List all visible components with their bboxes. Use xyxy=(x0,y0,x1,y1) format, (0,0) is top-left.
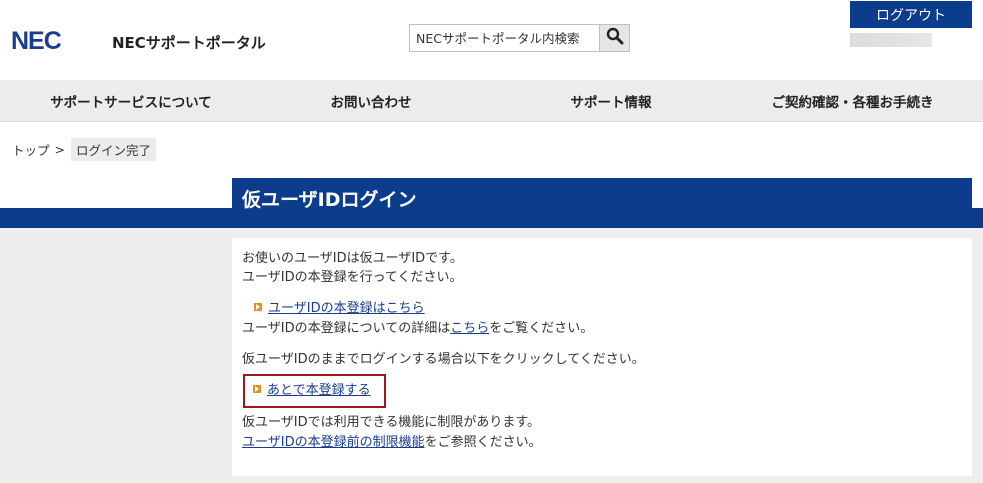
portal-title[interactable]: NECサポートポータル xyxy=(112,32,266,53)
limited-features-link[interactable]: ユーザIDの本登録前の制限機能 xyxy=(242,435,425,450)
nav-item-support-services[interactable]: サポートサービスについて xyxy=(0,80,262,121)
nav-item-contract-procedures[interactable]: ご契約確認・各種お手続き xyxy=(722,80,983,121)
search-button[interactable] xyxy=(599,25,629,51)
search-box xyxy=(409,24,630,52)
arrow-right-icon xyxy=(253,385,261,393)
detail-line: ユーザIDの本登録についての詳細はこちらをご覧ください。 xyxy=(242,320,593,338)
user-name-redacted xyxy=(850,33,932,47)
register-later-link[interactable]: あとで本登録する xyxy=(267,383,371,398)
limit-line: 仮ユーザIDでは利用できる機能に制限があります。 xyxy=(242,415,541,430)
breadcrumb-current: ログイン完了 xyxy=(71,138,157,161)
nav-item-support-info[interactable]: サポート情報 xyxy=(500,80,722,121)
register-link-row: ユーザIDの本登録はこちら xyxy=(254,300,425,318)
detail-prefix: ユーザIDの本登録についての詳細は xyxy=(242,321,451,336)
later-link-row: あとで本登録する xyxy=(253,382,371,400)
search-icon xyxy=(606,27,624,49)
breadcrumb: トップ > ログイン完了 xyxy=(12,138,157,161)
arrow-right-icon xyxy=(254,303,262,311)
breadcrumb-separator: > xyxy=(54,142,65,157)
search-input[interactable] xyxy=(410,25,598,51)
register-now-link[interactable]: ユーザIDの本登録はこちら xyxy=(268,301,425,316)
content-panel: お使いのユーザIDは仮ユーザIDです。 ユーザIDの本登録を行ってください。 ユ… xyxy=(232,238,972,476)
intro-line-2: ユーザIDの本登録を行ってください。 xyxy=(242,270,463,285)
logout-button[interactable]: ログアウト xyxy=(850,1,972,28)
limit-suffix: をご参照ください。 xyxy=(424,435,542,450)
page-title-text: 仮ユーザIDログイン xyxy=(242,188,417,211)
detail-link[interactable]: こちら xyxy=(450,321,489,336)
nav-item-contact[interactable]: お問い合わせ xyxy=(262,80,480,121)
later-instruction: 仮ユーザIDのままでログインする場合以下をクリックしてください。 xyxy=(242,352,645,367)
intro-line-1: お使いのユーザIDは仮ユーザIDです。 xyxy=(242,251,463,266)
nec-logo[interactable]: NEC xyxy=(11,27,62,56)
limit-link-line: ユーザIDの本登録前の制限機能をご参照ください。 xyxy=(242,434,542,452)
page-title: 仮ユーザIDログイン xyxy=(232,178,972,218)
detail-suffix: をご覧ください。 xyxy=(489,321,594,336)
breadcrumb-top-link[interactable]: トップ xyxy=(12,140,50,159)
global-nav: サポートサービスについて お問い合わせ サポート情報 ご契約確認・各種お手続き xyxy=(0,80,983,122)
